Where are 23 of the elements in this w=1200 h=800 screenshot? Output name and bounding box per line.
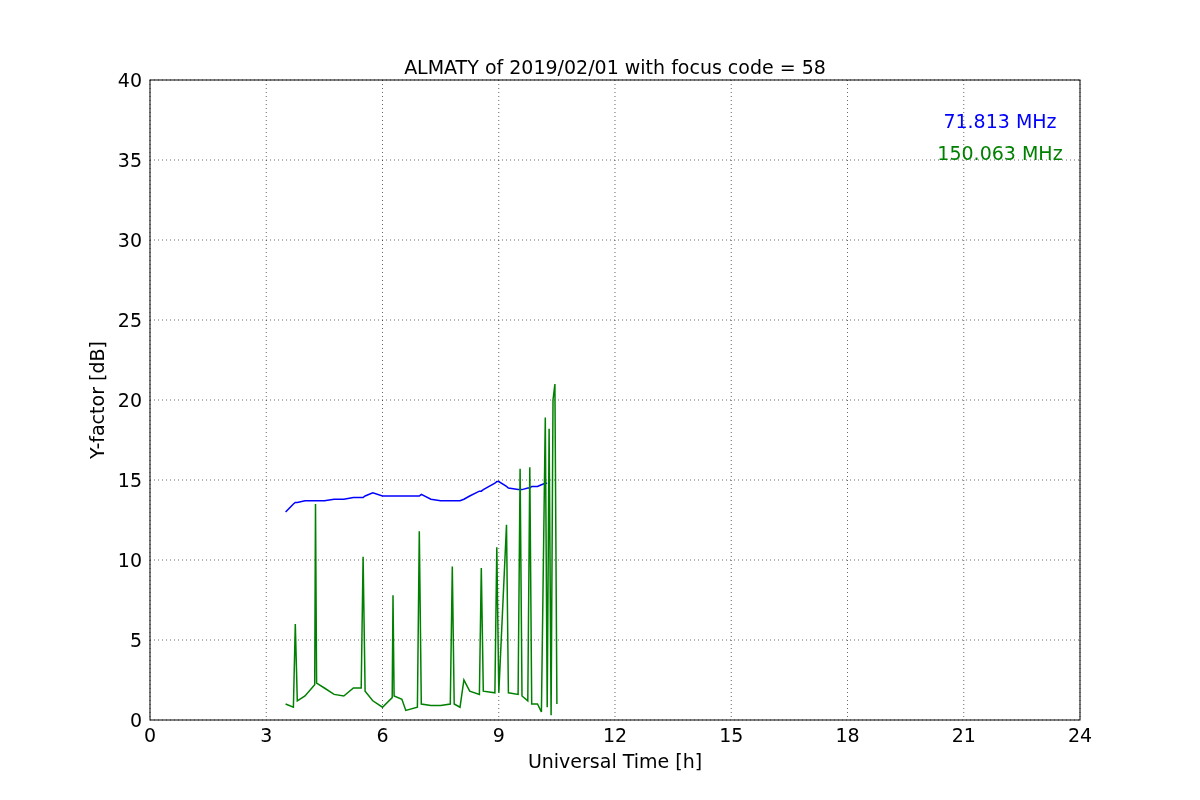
y-axis-label: Y-factor [dB] xyxy=(86,341,108,459)
x-tick-label: 3 xyxy=(260,724,273,746)
y-tick-label: 0 xyxy=(129,709,142,731)
x-tick-label: 0 xyxy=(143,724,157,746)
chart-title: ALMATY of 2019/02/01 with focus code = 58 xyxy=(404,56,826,78)
x-tick-label: 6 xyxy=(376,724,389,746)
legend-label: 71.813 MHz xyxy=(943,110,1057,132)
y-tick-label: 15 xyxy=(117,469,142,491)
x-tick-label: 21 xyxy=(951,724,976,746)
x-tick-label: 9 xyxy=(492,724,505,746)
y-tick-label: 35 xyxy=(117,149,142,171)
y-tick-label: 25 xyxy=(117,309,142,331)
y-tick-label: 10 xyxy=(117,549,142,571)
x-axis-label: Universal Time [h] xyxy=(527,750,703,772)
y-tick-label: 40 xyxy=(117,69,142,91)
x-tick-label: 18 xyxy=(835,724,860,746)
legend-label: 150.063 MHz xyxy=(937,142,1063,164)
y-tick-label: 20 xyxy=(117,389,142,411)
y-tick-label: 30 xyxy=(117,229,142,251)
y-tick-label: 5 xyxy=(129,629,142,651)
x-tick-label: 24 xyxy=(1067,724,1093,746)
x-tick-label: 12 xyxy=(602,724,628,746)
x-tick-label: 15 xyxy=(719,724,744,746)
